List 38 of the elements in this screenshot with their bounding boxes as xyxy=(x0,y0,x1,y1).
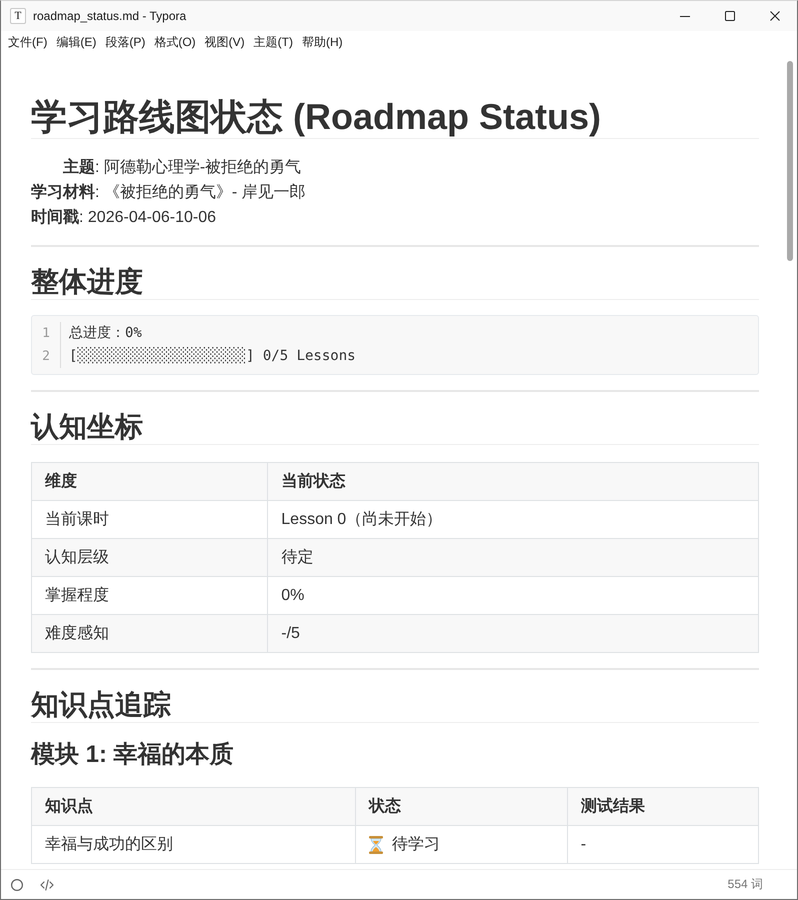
table-cell: 幸福与成功的区别 xyxy=(32,826,356,864)
table-header-cell: 知识点 xyxy=(32,788,356,826)
scrollbar-thumb[interactable] xyxy=(787,61,793,261)
table-header-cell: 测试结果 xyxy=(567,788,758,826)
menu-item[interactable]: 主题(T) xyxy=(254,33,293,51)
menu-item[interactable]: 文件(F) xyxy=(8,33,48,51)
app-icon: T xyxy=(10,8,26,24)
section-heading: 整体进度 xyxy=(31,264,759,300)
table-header-cell: 当前状态 xyxy=(268,462,758,500)
metadata-line: 学习材料: 《被拒绝的勇气》- 岸见一郎 xyxy=(31,182,307,203)
hourglass-icon xyxy=(369,836,384,854)
code-line: 总进度：0% xyxy=(68,324,142,343)
menu-item[interactable]: 编辑(E) xyxy=(56,33,96,51)
section-heading: 认知坐标 xyxy=(31,409,759,445)
circle-icon[interactable] xyxy=(11,878,23,890)
line-number: 2 xyxy=(32,345,61,368)
window-title: roadmap_status.md - Typora xyxy=(33,9,188,23)
table-cell: -/5 xyxy=(268,614,758,652)
menu-item[interactable]: 段落(P) xyxy=(105,33,146,51)
menu-item[interactable]: 帮助(H) xyxy=(302,33,343,51)
subsection-heading: 模块 1: 幸福的本质 xyxy=(31,740,235,770)
metadata-line: 时间戳: 2026-04-06-10-06 xyxy=(31,208,217,228)
line-number: 1 xyxy=(32,322,61,345)
table-cell: - xyxy=(567,826,758,864)
code-icon[interactable] xyxy=(40,878,54,890)
close-icon xyxy=(770,11,780,21)
section-heading: 知识点追踪 xyxy=(31,687,759,723)
menu-item[interactable]: 格式(O) xyxy=(154,33,196,51)
maximize-icon xyxy=(724,11,734,21)
status-text: 待学习 xyxy=(392,835,440,855)
word-count: 554 词 xyxy=(728,876,763,893)
table-header-cell: 状态 xyxy=(356,788,568,826)
code-line: [░░░░░░░░░░░░░░░░░░░░] 0/5 Lessons xyxy=(68,346,356,366)
table-header-cell: 维度 xyxy=(32,462,268,500)
document-title: 学习路线图状态 (Roadmap Status) xyxy=(31,95,759,139)
menu-item[interactable]: 视图(V) xyxy=(204,33,245,51)
table-cell: 难度感知 xyxy=(32,614,268,652)
metadata-line: 主题: 阿德勒心理学-被拒绝的勇气 xyxy=(62,157,302,178)
